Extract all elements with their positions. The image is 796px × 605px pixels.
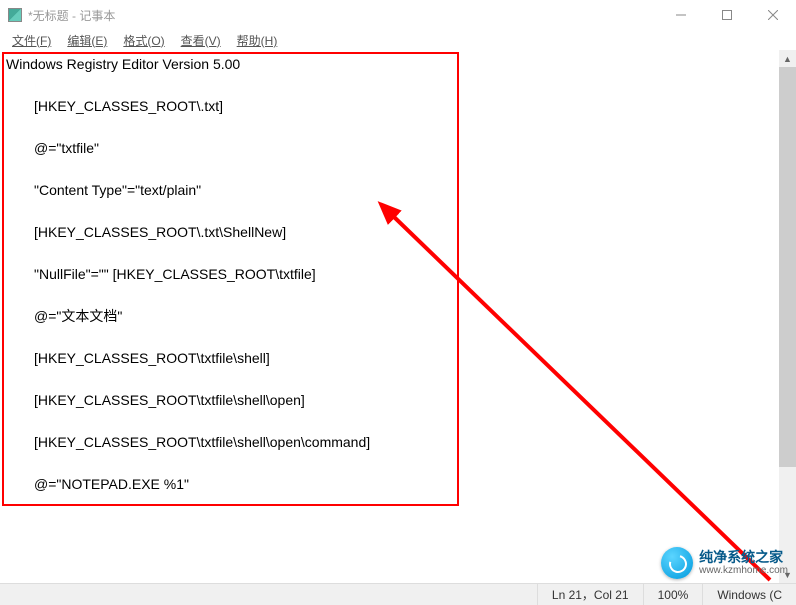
vertical-scrollbar[interactable]: ▲ ▼ <box>779 50 796 583</box>
editor-line <box>6 117 773 138</box>
editor-line: [HKEY_CLASSES_ROOT\txtfile\shell] <box>6 348 773 369</box>
editor-line: @="txtfile" <box>6 138 773 159</box>
editor-wrap: Windows Registry Editor Version 5.00 [HKE… <box>0 50 796 583</box>
editor-textarea[interactable]: Windows Registry Editor Version 5.00 [HKE… <box>0 50 779 583</box>
menu-view[interactable]: 查看(V) <box>173 30 229 51</box>
app-icon <box>8 8 22 22</box>
statusbar: Ln 21，Col 21 100% Windows (C <box>0 583 796 605</box>
window-title: *无标题 - 记事本 <box>28 7 658 24</box>
menu-file[interactable]: 文件(F) <box>4 30 59 51</box>
menu-help[interactable]: 帮助(H) <box>229 30 286 51</box>
status-zoom: 100% <box>643 584 703 605</box>
titlebar: *无标题 - 记事本 <box>0 0 796 30</box>
close-button[interactable] <box>750 0 796 30</box>
status-position: Ln 21，Col 21 <box>537 584 643 605</box>
editor-line: "Content Type"="text/plain" <box>6 180 773 201</box>
editor-line: @="NOTEPAD.EXE %1" <box>6 474 773 495</box>
editor-line <box>6 75 773 96</box>
editor-line <box>6 369 773 390</box>
editor-line: @="文本文档" <box>6 306 773 327</box>
editor-line <box>6 285 773 306</box>
editor-line <box>6 159 773 180</box>
window-controls <box>658 0 796 30</box>
scroll-thumb[interactable] <box>779 67 796 467</box>
editor-line: Windows Registry Editor Version 5.00 <box>6 54 773 75</box>
editor-line: [HKEY_CLASSES_ROOT\.txt] <box>6 96 773 117</box>
status-encoding: Windows (C <box>702 584 796 605</box>
editor-line: [HKEY_CLASSES_ROOT\.txt\ShellNew] <box>6 222 773 243</box>
editor-line: [HKEY_CLASSES_ROOT\txtfile\shell\open] <box>6 390 773 411</box>
minimize-button[interactable] <box>658 0 704 30</box>
editor-line <box>6 243 773 264</box>
menu-format[interactable]: 格式(O) <box>115 30 172 51</box>
editor-line <box>6 327 773 348</box>
editor-line: "NullFile"="" [HKEY_CLASSES_ROOT\txtfile… <box>6 264 773 285</box>
editor-line <box>6 411 773 432</box>
maximize-button[interactable] <box>704 0 750 30</box>
editor-line: [HKEY_CLASSES_ROOT\txtfile\shell\open\co… <box>6 432 773 453</box>
editor-line <box>6 201 773 222</box>
menubar: 文件(F) 编辑(E) 格式(O) 查看(V) 帮助(H) <box>0 30 796 50</box>
menu-edit[interactable]: 编辑(E) <box>59 30 115 51</box>
scroll-down-icon[interactable]: ▼ <box>779 566 796 583</box>
scroll-up-icon[interactable]: ▲ <box>779 50 796 67</box>
editor-line <box>6 453 773 474</box>
